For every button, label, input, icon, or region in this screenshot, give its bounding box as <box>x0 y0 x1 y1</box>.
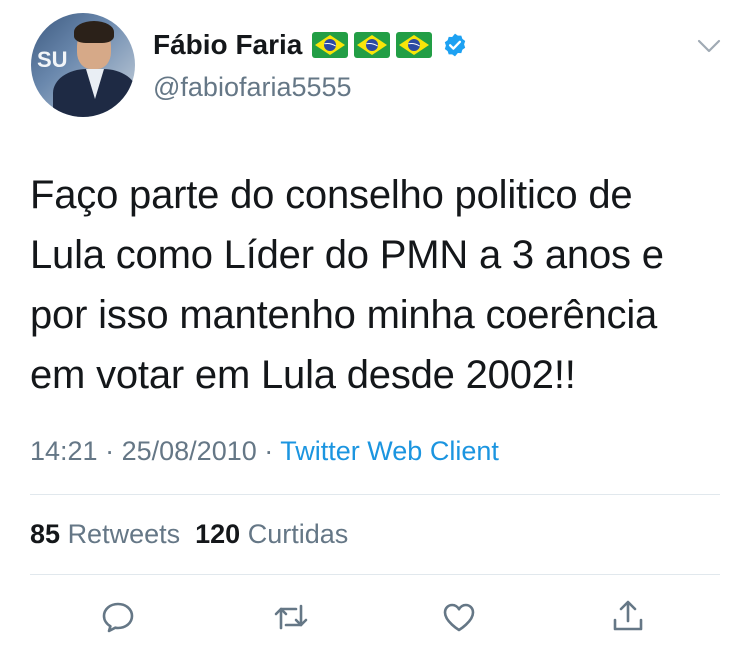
tweet-line: por isso mantenho minha coerência <box>30 293 658 337</box>
user-name-row: Fábio Faria <box>153 29 468 61</box>
divider <box>30 494 720 495</box>
likes-stat[interactable]: 120 Curtidas <box>195 519 348 549</box>
share-icon[interactable] <box>609 598 647 636</box>
likes-label: Curtidas <box>247 519 349 549</box>
retweets-label: Retweets <box>67 519 181 549</box>
like-icon[interactable] <box>440 598 478 636</box>
meta-separator: · <box>105 436 115 466</box>
retweet-icon[interactable] <box>272 598 310 636</box>
tweet-stats: 85 Retweets 120 Curtidas <box>30 519 348 550</box>
tweet-line: Lula como Líder do PMN a 3 anos e <box>30 233 664 277</box>
tweet-text: Faço parte do conselho politico de Lula … <box>30 165 720 405</box>
divider <box>30 574 720 575</box>
avatar-hair <box>74 21 114 43</box>
tweet-line: Faço parte do conselho politico de <box>30 173 633 217</box>
brazil-flag-icon <box>312 32 349 58</box>
tweet-meta: 14:21 · 25/08/2010 · Twitter Web Client <box>30 436 499 467</box>
retweets-stat[interactable]: 85 Retweets <box>30 519 180 549</box>
reply-icon[interactable] <box>99 598 137 636</box>
likes-count: 120 <box>195 519 241 549</box>
brazil-flag-icon <box>396 32 433 58</box>
avatar-logo-text: SU <box>37 47 68 72</box>
user-handle[interactable]: @fabiofaria5555 <box>153 72 352 103</box>
tweet-date[interactable]: 25/08/2010 <box>122 436 257 466</box>
chevron-down-icon[interactable] <box>696 36 722 56</box>
verified-badge-icon <box>445 33 466 57</box>
tweet-source-link[interactable]: Twitter Web Client <box>280 436 499 466</box>
meta-separator: · <box>264 436 274 466</box>
retweets-count: 85 <box>30 519 61 549</box>
tweet-line: em votar em Lula desde 2002!! <box>30 353 576 397</box>
tweet-actions <box>0 598 750 638</box>
tweet-time[interactable]: 14:21 <box>30 436 98 466</box>
avatar[interactable]: SU <box>31 13 135 117</box>
display-name[interactable]: Fábio Faria <box>153 29 302 61</box>
brazil-flag-icon <box>354 32 391 58</box>
